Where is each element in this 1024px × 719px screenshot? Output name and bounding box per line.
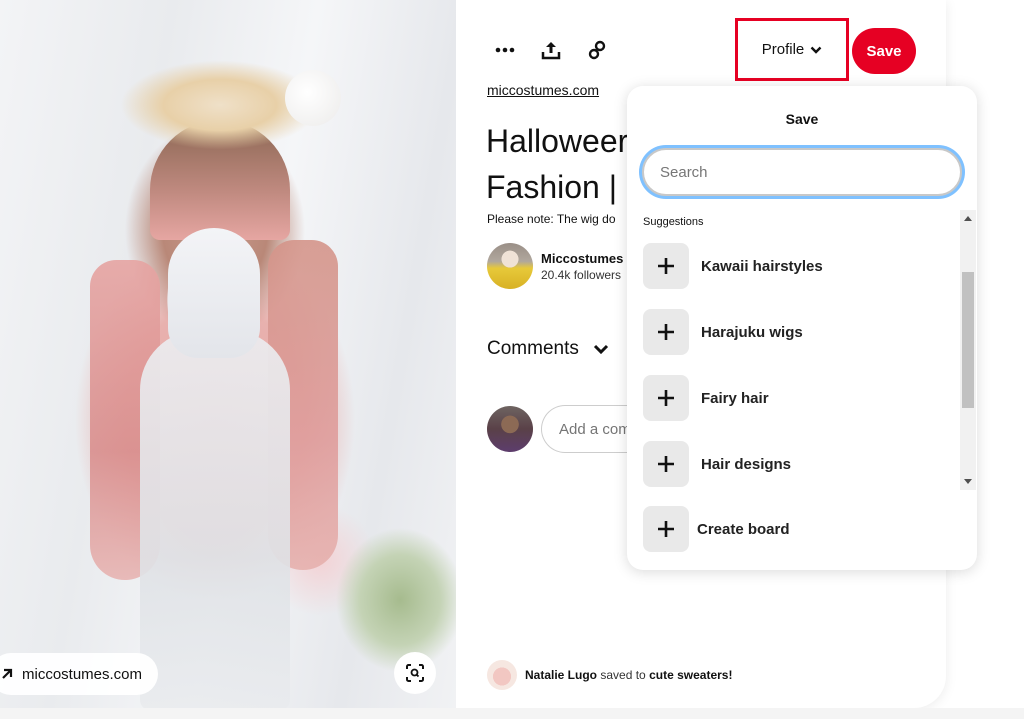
plus-icon (658, 456, 674, 472)
activity-user-avatar[interactable] (487, 660, 517, 690)
board-suggestion-item[interactable]: Hair designs (643, 441, 791, 487)
pin-closeup-page: miccostumes.com Profile Save miccostumes… (0, 0, 1024, 719)
create-board-label: Create board (697, 520, 790, 538)
source-link-chip[interactable]: miccostumes.com (0, 653, 159, 695)
pin-domain-link[interactable]: miccostumes.com (487, 82, 599, 98)
create-board-button[interactable]: Create board (643, 506, 790, 552)
creator-name[interactable]: Miccostumes (541, 251, 631, 266)
arrow-up-right-icon (2, 668, 13, 679)
visual-search-button[interactable] (394, 652, 436, 694)
board-label: Hair designs (701, 455, 792, 473)
board-thumbnail (643, 375, 689, 421)
pin-title-line-1: Halloweer (486, 123, 629, 159)
current-user-avatar (487, 406, 533, 452)
source-link-label: miccostumes.com (22, 665, 143, 683)
plus-icon (658, 521, 674, 537)
share-button[interactable] (538, 37, 564, 63)
comments-toggle[interactable]: Comments (487, 338, 609, 360)
create-board-thumbnail (643, 506, 689, 552)
chevron-down-icon (593, 344, 608, 354)
save-pin-button[interactable]: Save (852, 28, 916, 74)
board-suggestion-item[interactable]: Fairy hair (643, 375, 769, 421)
save-activity: Natalie Lugo saved to cute sweaters! (487, 660, 732, 690)
board-selector-label: Profile (761, 41, 805, 58)
ellipsis-icon (495, 47, 515, 53)
pin-description: Please note: The wig do (487, 212, 616, 226)
activity-text: Natalie Lugo saved to cute sweaters! (525, 668, 732, 682)
share-upload-icon (541, 42, 561, 60)
save-to-board-popover: Save Suggestions Kawaii hairstyles Haraj… (627, 86, 977, 570)
activity-user[interactable]: Natalie Lugo (525, 668, 597, 682)
plus-icon (658, 390, 674, 406)
creator-followers: 20.4k followers (541, 267, 622, 282)
suggestions-label: Suggestions (643, 216, 704, 228)
activity-action: saved to (600, 668, 646, 682)
comments-heading: Comments (487, 338, 579, 359)
more-options-button[interactable] (492, 37, 518, 63)
scroll-down-arrow-icon[interactable] (964, 479, 972, 484)
board-label: Kawaii hairstyles (701, 257, 823, 275)
board-search-input[interactable] (642, 148, 962, 196)
image-pompom (285, 70, 341, 126)
plus-icon (658, 258, 674, 274)
scroll-up-arrow-icon[interactable] (964, 216, 972, 221)
scrollbar-thumb[interactable] (962, 272, 974, 408)
board-label: Fairy hair (701, 389, 769, 407)
plus-icon (658, 324, 674, 340)
board-thumbnail (643, 243, 689, 289)
activity-board[interactable]: cute sweaters! (649, 668, 732, 682)
pin-actions-toolbar (492, 30, 610, 70)
board-selector-profile-button[interactable]: Profile (735, 18, 849, 81)
board-label: Harajuku wigs (701, 323, 803, 341)
board-thumbnail (643, 309, 689, 355)
pin-title-line-2: Fashion | (486, 169, 618, 205)
board-suggestions-list[interactable]: Suggestions Kawaii hairstyles Harajuku w… (627, 210, 977, 490)
popover-title: Save (785, 111, 819, 127)
pin-title: Halloweer Fashion | (486, 118, 636, 210)
link-icon (588, 40, 606, 60)
creator-avatar[interactable] (487, 243, 533, 289)
board-suggestion-item[interactable]: Kawaii hairstyles (643, 243, 823, 289)
suggestions-scrollbar[interactable] (960, 210, 976, 490)
creator-text: Miccostumes 20.4k followers (541, 251, 631, 282)
copy-link-button[interactable] (584, 37, 610, 63)
pin-image[interactable]: miccostumes.com (0, 0, 456, 708)
image-mannequin-face (168, 228, 260, 358)
creator-info[interactable]: Miccostumes 20.4k followers (487, 243, 631, 289)
page-background-strip (0, 708, 1024, 719)
image-mannequin-body (140, 330, 290, 708)
visual-search-icon (406, 664, 424, 682)
board-thumbnail (643, 441, 689, 487)
board-suggestion-item[interactable]: Harajuku wigs (643, 309, 803, 355)
chevron-down-icon (810, 46, 822, 54)
